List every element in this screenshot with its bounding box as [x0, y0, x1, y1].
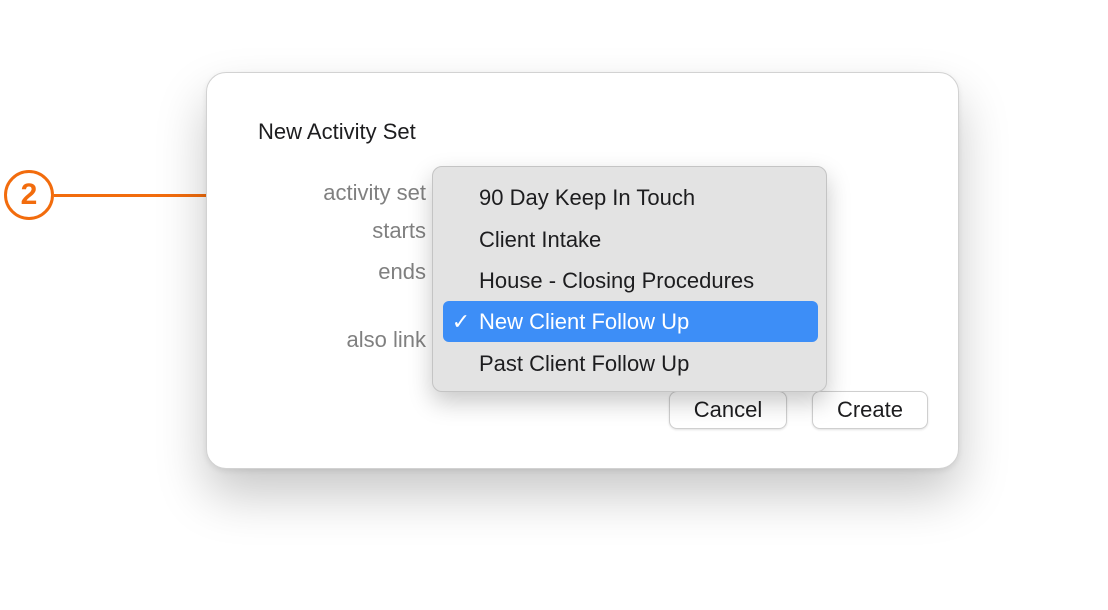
callout-number-badge: 2: [4, 170, 54, 220]
menu-item-label: House - Closing Procedures: [479, 268, 755, 293]
dialog-title: New Activity Set: [258, 119, 416, 144]
menu-item-new-client-follow-up[interactable]: ✓ New Client Follow Up: [443, 301, 818, 342]
menu-item-90-day-keep-in-touch[interactable]: 90 Day Keep In Touch: [443, 177, 818, 218]
checkmark-icon: ✓: [451, 309, 471, 334]
activity-set-dropdown-menu: 90 Day Keep In Touch Client Intake House…: [432, 166, 827, 392]
menu-item-house-closing-procedures[interactable]: House - Closing Procedures: [443, 260, 818, 301]
create-button[interactable]: Create: [812, 391, 928, 429]
screenshot-stage: 2 New Activity Set activity set starts e…: [0, 0, 1108, 610]
also-link-label: also link: [346, 327, 426, 352]
cancel-button[interactable]: Cancel: [669, 391, 787, 429]
menu-item-label: New Client Follow Up: [479, 309, 690, 334]
menu-item-label: Past Client Follow Up: [479, 351, 690, 376]
activity-set-label: activity set: [323, 180, 426, 205]
starts-label: starts: [372, 218, 426, 243]
ends-label: ends: [378, 259, 426, 284]
menu-item-label: Client Intake: [479, 227, 602, 252]
menu-item-past-client-follow-up[interactable]: Past Client Follow Up: [443, 343, 818, 384]
menu-item-label: 90 Day Keep In Touch: [479, 185, 696, 210]
menu-item-client-intake[interactable]: Client Intake: [443, 219, 818, 260]
